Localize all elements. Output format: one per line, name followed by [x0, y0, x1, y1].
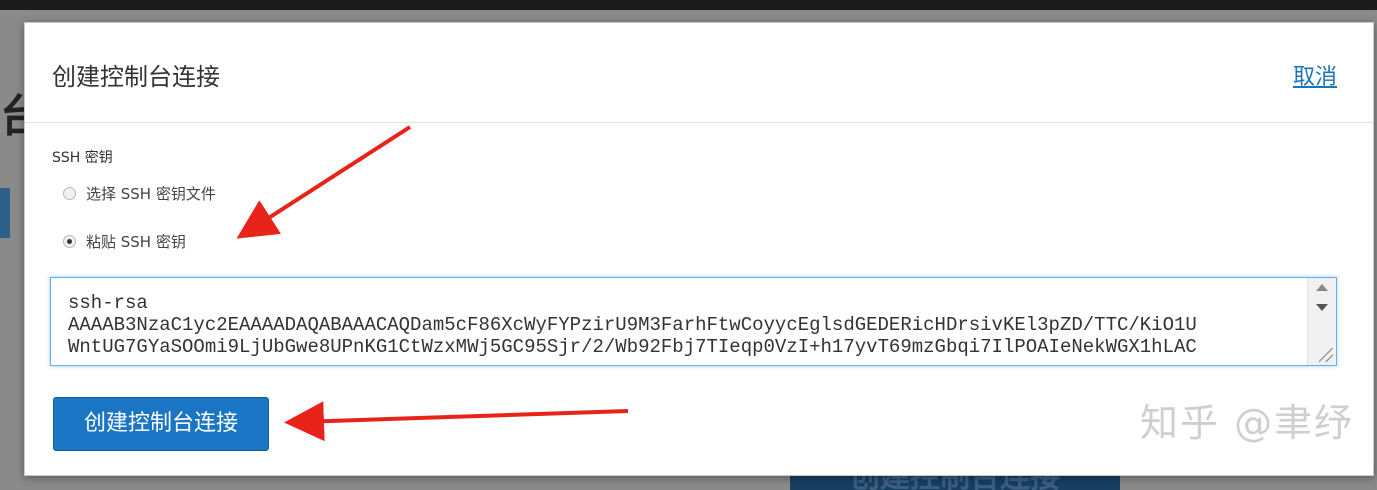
radio-label-choose-file: 选择 SSH 密钥文件	[86, 185, 216, 203]
ssh-key-label: SSH 密钥	[52, 150, 113, 166]
window-top-bar	[0, 0, 1377, 10]
dialog-title: 创建控制台连接	[52, 63, 220, 91]
scroll-down-icon[interactable]	[1316, 304, 1328, 311]
create-console-connection-button[interactable]: 创建控制台连接	[53, 397, 269, 451]
radio-label-paste-key: 粘贴 SSH 密钥	[86, 233, 186, 251]
resize-handle-icon[interactable]	[1319, 348, 1333, 362]
radio-paste-ssh-key[interactable]: 粘贴 SSH 密钥	[63, 231, 186, 252]
dialog-header: 创建控制台连接 取消	[25, 23, 1373, 123]
watermark: 知乎 @聿纾	[1140, 401, 1355, 445]
background-nav-strip	[0, 188, 10, 238]
radio-button-unchecked[interactable]	[63, 187, 76, 200]
ssh-key-text[interactable]: ssh-rsa AAAAB3NzaC1yc2EAAAADAQABAAACAQDa…	[68, 292, 1298, 362]
ssh-key-textarea[interactable]: ssh-rsa AAAAB3NzaC1yc2EAAAADAQABAAACAQDa…	[50, 277, 1337, 366]
scroll-up-icon[interactable]	[1316, 284, 1328, 291]
cancel-link[interactable]: 取消	[1293, 59, 1337, 91]
radio-button-checked[interactable]	[63, 235, 76, 248]
radio-choose-ssh-key-file[interactable]: 选择 SSH 密钥文件	[63, 183, 216, 204]
